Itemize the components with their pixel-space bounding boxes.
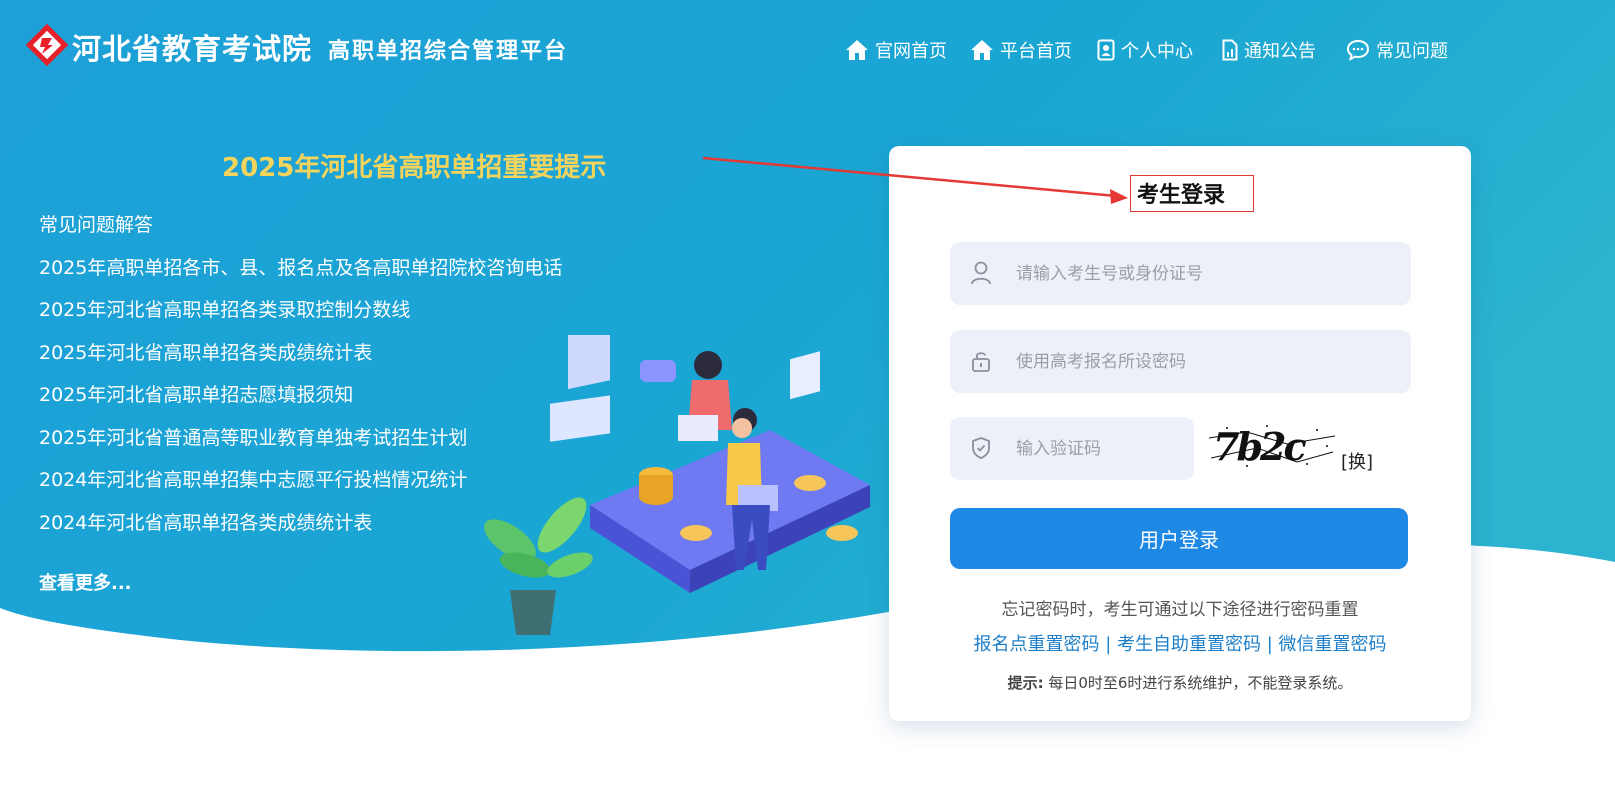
- link-separator: |: [1266, 634, 1273, 655]
- captcha-field: [950, 417, 1194, 480]
- notice-link[interactable]: 常见问题解答: [39, 212, 562, 255]
- captcha-text: 7b2c: [1213, 424, 1306, 469]
- login-title: 考生登录: [1137, 183, 1226, 208]
- password-field: [950, 330, 1411, 393]
- wechat-reset-link[interactable]: 微信重置密码: [1279, 634, 1387, 655]
- nav-platform-home[interactable]: 平台首页: [970, 37, 1072, 63]
- chat-bubble-icon: [1346, 39, 1370, 61]
- nav-personal-center[interactable]: 个人中心: [1097, 37, 1193, 63]
- exam-authority-logo: [26, 24, 68, 66]
- nav-label: 常见问题: [1376, 41, 1448, 62]
- captcha-input[interactable]: [1016, 417, 1186, 480]
- nav-label: 官网首页: [875, 41, 947, 62]
- nav-label: 平台首页: [1000, 41, 1072, 62]
- login-button[interactable]: 用户登录: [950, 508, 1408, 569]
- shield-check-icon: [972, 437, 990, 459]
- username-field: [950, 242, 1411, 305]
- platform-name: 高职单招综合管理平台: [328, 38, 569, 64]
- reset-password-links: 报名点重置密码 | 考生自助重置密码 | 微信重置密码: [889, 630, 1471, 656]
- nav-official-home[interactable]: 官网首页: [845, 37, 947, 63]
- students-illustration: [484, 335, 870, 635]
- nav-label: 通知公告: [1244, 41, 1316, 62]
- reset-via-registration-point-link[interactable]: 报名点重置密码: [973, 634, 1099, 655]
- nav-label: 个人中心: [1121, 41, 1193, 62]
- nav-announcements[interactable]: 通知公告: [1222, 37, 1316, 63]
- notice-link[interactable]: 2025年高职单招各市、县、报名点及各高职单招院校咨询电话: [39, 255, 562, 298]
- tip-text: 每日0时至6时进行系统维护，不能登录系统。: [1048, 674, 1353, 692]
- forgot-password-text: 忘记密码时，考生可通过以下途径进行密码重置: [1001, 600, 1359, 620]
- login-page: 河北省教育考试院 高职单招综合管理平台 官网首页 平台首页 个人中心 通知公告 …: [0, 0, 1615, 791]
- user-icon: [971, 261, 991, 285]
- maintenance-tip: 提示: 每日0时至6时进行系统维护，不能登录系统。: [889, 672, 1471, 693]
- password-input[interactable]: [1016, 330, 1396, 393]
- captcha-refresh-link[interactable]: [换]: [1341, 448, 1373, 474]
- home-icon: [971, 40, 993, 60]
- username-input[interactable]: [1016, 242, 1396, 305]
- home-icon: [846, 40, 868, 60]
- view-more-link[interactable]: 查看更多...: [39, 569, 132, 595]
- document-icon: [1222, 39, 1238, 61]
- notice-title: 2025年河北省高职单招重要提示: [222, 153, 607, 183]
- notice-link[interactable]: 2025年河北省高职单招各类录取控制分数线: [39, 297, 562, 340]
- link-separator: |: [1105, 634, 1112, 655]
- lock-icon: [972, 352, 990, 372]
- tip-label: 提示:: [1007, 674, 1044, 692]
- user-card-icon: [1097, 39, 1115, 61]
- org-name: 河北省教育考试院: [72, 32, 313, 66]
- captcha-image[interactable]: 7b2c: [1207, 418, 1337, 470]
- nav-faq[interactable]: 常见问题: [1346, 37, 1448, 63]
- self-service-reset-link[interactable]: 考生自助重置密码: [1117, 634, 1261, 655]
